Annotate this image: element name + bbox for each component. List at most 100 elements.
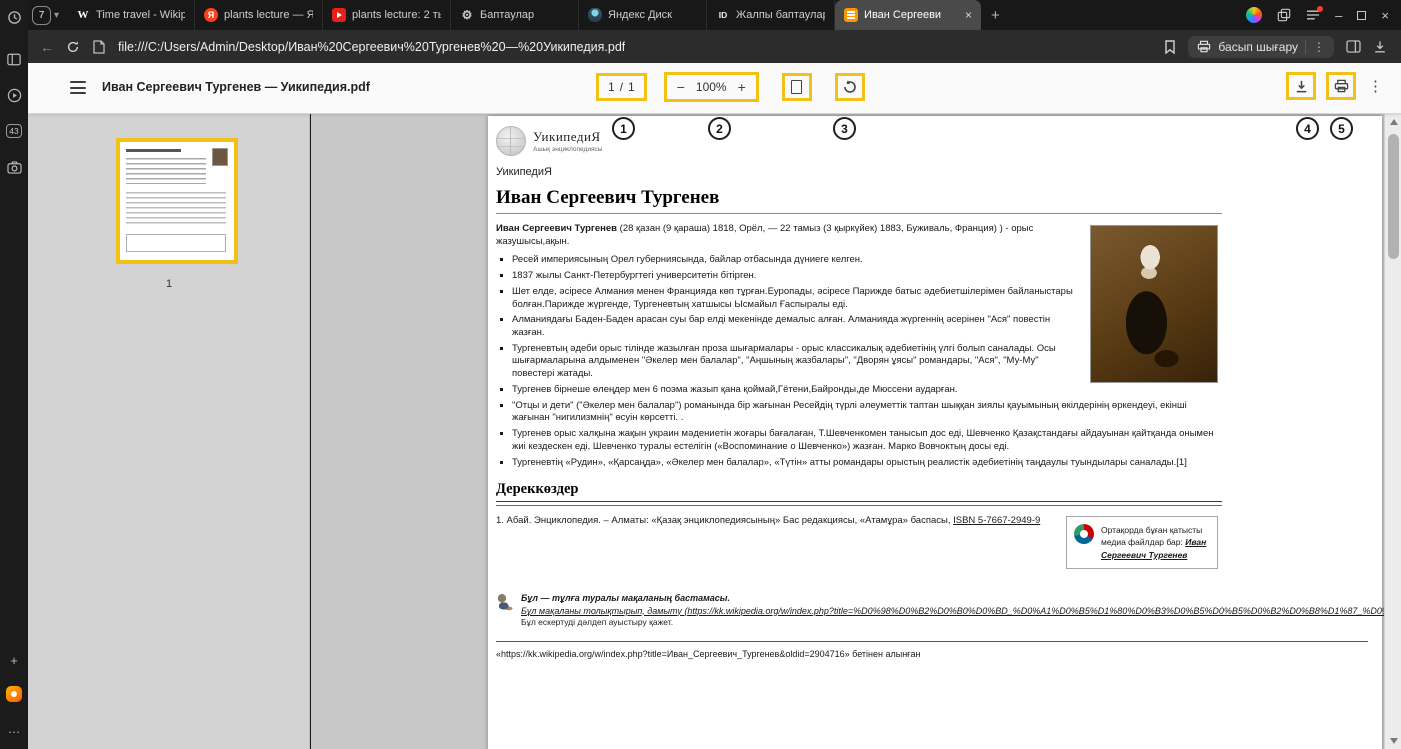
zoom-control: − 100% + bbox=[664, 72, 759, 102]
history-clock-icon[interactable] bbox=[0, 4, 28, 30]
rail-more-icon[interactable]: … bbox=[0, 715, 28, 741]
stub-writer-icon bbox=[496, 594, 513, 611]
callout-5: 5 bbox=[1330, 117, 1353, 140]
downloads-icon[interactable] bbox=[1373, 40, 1387, 54]
tab-label: plants lecture: 2 ть bbox=[352, 9, 441, 21]
scrollbar-thumb[interactable] bbox=[1388, 134, 1399, 259]
video-play-icon[interactable] bbox=[0, 82, 28, 108]
youtube-icon bbox=[332, 8, 346, 22]
address-bar-right: басып шығару ⋮ bbox=[1164, 36, 1401, 58]
zoom-level[interactable]: 100% bbox=[696, 80, 727, 94]
retrieved-from-text: «https://kk.wikipedia.org/w/index.php?ti… bbox=[496, 649, 1222, 659]
screenshot-camera-icon[interactable] bbox=[0, 154, 28, 180]
yandex-services-icon[interactable] bbox=[0, 681, 28, 707]
wikipedia-logo-row: УикипедиЯ Ашық энциклопедиясы bbox=[496, 126, 1222, 156]
tab-label: Жалпы баптаулар bbox=[736, 9, 825, 21]
page-number-control[interactable]: 1 / 1 bbox=[596, 73, 647, 101]
rotate-ccw-icon bbox=[842, 79, 858, 95]
vertical-scrollbar[interactable] bbox=[1384, 114, 1401, 749]
tab-plants-lecture-youtube[interactable]: plants lecture: 2 ть bbox=[323, 0, 451, 30]
refresh-icon[interactable] bbox=[60, 40, 86, 54]
commons-media-box: Ортақорда бұған қатысты медиа файлдар ба… bbox=[1066, 516, 1218, 569]
turgenev-portrait-image bbox=[1090, 225, 1218, 383]
tab-bar: 7 ▾ W Time travel - Wikip Я plants lectu… bbox=[28, 0, 1401, 30]
divider bbox=[1305, 40, 1306, 54]
minimize-button[interactable]: – bbox=[1335, 8, 1342, 23]
tab-time-travel[interactable]: W Time travel - Wikip bbox=[67, 0, 195, 30]
current-page[interactable]: 1 bbox=[608, 80, 615, 94]
new-tab-button[interactable]: + bbox=[991, 7, 1000, 24]
wikipedia-icon: W bbox=[76, 8, 90, 22]
rotate-button[interactable] bbox=[835, 73, 865, 101]
stub-line-3: Бұл ескертуді дәлдеп ауыстыру қажет. bbox=[521, 617, 1384, 629]
badge-43-count: 43 bbox=[6, 124, 21, 139]
tab-label: Time travel - Wikip bbox=[96, 9, 185, 21]
thumbnail-panel: 1 bbox=[28, 114, 310, 749]
menu-icon[interactable] bbox=[70, 81, 86, 94]
scroll-down-button[interactable] bbox=[1385, 733, 1401, 749]
bookmark-flag-icon[interactable] bbox=[1164, 40, 1176, 54]
rail-add-icon[interactable]: + bbox=[0, 647, 28, 673]
yandex-disk-icon bbox=[588, 8, 602, 22]
callout-3: 3 bbox=[833, 117, 856, 140]
footer-rule bbox=[496, 641, 1368, 642]
notification-dot bbox=[1317, 6, 1323, 12]
tab-plants-lecture-ya[interactable]: Я plants lecture — Я bbox=[195, 0, 323, 30]
tab-label: Баптаулар bbox=[480, 9, 569, 21]
fit-page-button[interactable] bbox=[782, 73, 812, 101]
stub-line-1: Бұл — тұлға туралы мақаланың бастамасы. bbox=[521, 592, 1384, 605]
reference-text: 1. Абай. Энциклопедия. – Алматы: «Қазақ … bbox=[496, 515, 953, 526]
close-button[interactable]: × bbox=[1381, 8, 1389, 23]
callout-2: 2 bbox=[708, 117, 731, 140]
badge-43-icon[interactable]: 43 bbox=[0, 118, 28, 144]
profile-avatar[interactable] bbox=[1246, 7, 1262, 23]
pdf-center-controls: 1 / 1 − 100% + bbox=[596, 72, 865, 102]
print-pdf-button[interactable] bbox=[1326, 72, 1356, 100]
id-icon: ID bbox=[716, 8, 730, 22]
wikipedia-globe-icon bbox=[496, 126, 526, 156]
tab-yandex-disk[interactable]: Яндекс Диск bbox=[579, 0, 707, 30]
tab-label: Иван Сергееви bbox=[864, 9, 959, 21]
printer-icon bbox=[1334, 79, 1349, 93]
tab-turgenev-pdf-active[interactable]: Иван Сергееви × bbox=[835, 0, 981, 30]
print-page-button[interactable]: басып шығару ⋮ bbox=[1188, 36, 1334, 58]
pdf-more-options-icon[interactable]: ⋮ bbox=[1366, 77, 1385, 95]
pdf-document-title: Иван Сергеевич Тургенев — Уикипедия.pdf bbox=[102, 80, 370, 94]
print-options-icon[interactable]: ⋮ bbox=[1313, 40, 1325, 54]
side-panel-icon[interactable] bbox=[1346, 40, 1361, 53]
stub-edit-link[interactable]: Бұл мақаланы толықтырып, дамыту (https:/… bbox=[521, 605, 1384, 618]
sidebar-panel-icon[interactable] bbox=[0, 46, 28, 72]
yandex-icon: Я bbox=[204, 8, 218, 22]
download-pdf-button[interactable] bbox=[1286, 72, 1316, 100]
address-bar: ← file:///C:/Users/Admin/Desktop/Иван%20… bbox=[28, 30, 1401, 63]
bullet-item: Тургеневтің «Рудин», «Қарсаңда», «Әкелер… bbox=[512, 457, 1222, 470]
restore-button[interactable] bbox=[1357, 11, 1366, 20]
heading-rule bbox=[496, 505, 1222, 506]
commons-logo-icon bbox=[1074, 524, 1094, 544]
pdf-right-controls: ⋮ bbox=[1286, 72, 1385, 100]
tab-bar-right-controls: – × bbox=[1246, 7, 1401, 23]
page-file-icon[interactable] bbox=[86, 40, 112, 54]
page-thumbnail[interactable] bbox=[116, 138, 238, 264]
tab-general-settings[interactable]: ID Жалпы баптаулар bbox=[707, 0, 835, 30]
url-field[interactable]: file:///C:/Users/Admin/Desktop/Иван%20Се… bbox=[118, 40, 625, 54]
scroll-up-button[interactable] bbox=[1385, 114, 1401, 130]
browser-menu-icon[interactable] bbox=[1306, 9, 1320, 21]
tab-counter[interactable]: 7 ▾ bbox=[32, 6, 59, 25]
zoom-in-button[interactable]: + bbox=[738, 79, 746, 95]
download-icon bbox=[1294, 79, 1309, 94]
isbn-link[interactable]: ISBN 5-7667-2949-9 bbox=[953, 515, 1040, 526]
gear-icon: ⚙ bbox=[460, 8, 474, 22]
page-separator: / bbox=[620, 80, 623, 94]
bullet-item: "Отцы и дети" ("Әкелер мен балалар") ром… bbox=[512, 400, 1222, 425]
print-page-label: басып шығару bbox=[1218, 40, 1298, 54]
article-title: Иван Сергеевич Тургенев bbox=[496, 187, 1222, 214]
collections-icon[interactable] bbox=[1277, 8, 1291, 22]
zoom-out-button[interactable]: − bbox=[677, 79, 685, 95]
tab-close-icon[interactable]: × bbox=[965, 8, 972, 22]
back-icon[interactable]: ← bbox=[34, 39, 60, 55]
tab-settings[interactable]: ⚙ Баптаулар bbox=[451, 0, 579, 30]
pdf-doc-icon bbox=[844, 8, 858, 22]
bullet-item: Тургенев бірнеше өлеңдер мен 6 поэма жаз… bbox=[512, 384, 1222, 397]
bullet-item: Тургенев орыс халқына жақын украин мәден… bbox=[512, 428, 1222, 453]
